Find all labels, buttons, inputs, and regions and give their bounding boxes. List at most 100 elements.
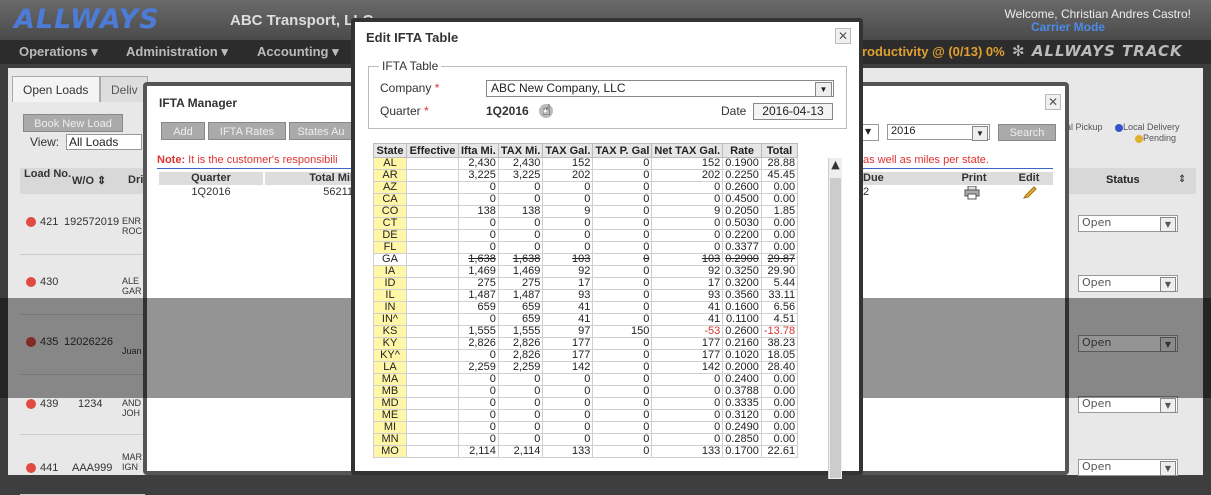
- cell-rate[interactable]: 0.2600: [722, 325, 762, 338]
- cell-total[interactable]: 6.56: [760, 301, 799, 314]
- cell-tax-p[interactable]: 0: [592, 181, 653, 194]
- cell-tax-mi[interactable]: 0: [497, 433, 544, 446]
- col-driver[interactable]: Dri: [128, 174, 143, 186]
- cell-total[interactable]: 0.00: [760, 421, 799, 434]
- cell-total[interactable]: 28.88: [760, 157, 799, 170]
- cell-total[interactable]: 28.40: [760, 361, 799, 374]
- cell-tax-mi[interactable]: 0: [497, 181, 544, 194]
- cell-eff[interactable]: [406, 253, 459, 266]
- cell-tax-p[interactable]: 0: [592, 277, 653, 290]
- cell-tax-p[interactable]: 0: [592, 433, 653, 446]
- allways-logo[interactable]: ALLWAYS: [14, 4, 160, 35]
- col-state[interactable]: State: [373, 143, 407, 158]
- cell-eff[interactable]: [406, 325, 459, 338]
- cell-tax-p[interactable]: 0: [592, 349, 653, 362]
- cell-tax-gal[interactable]: 0: [542, 433, 594, 446]
- cell-eff[interactable]: [406, 181, 459, 194]
- cell-total[interactable]: 0.00: [760, 217, 799, 230]
- table-scrollbar[interactable]: ▲: [828, 158, 842, 479]
- tab-open-loads[interactable]: Open Loads: [12, 76, 100, 102]
- cell-eff[interactable]: [406, 229, 459, 242]
- cell-rate[interactable]: 0.3250: [722, 265, 762, 278]
- col-print[interactable]: Print: [943, 172, 1005, 185]
- cell-tax-p[interactable]: 0: [592, 229, 653, 242]
- cell-tax-mi[interactable]: 2,259: [497, 361, 544, 374]
- cell-rate[interactable]: 0.3200: [722, 277, 762, 290]
- cell-eff[interactable]: [406, 265, 459, 278]
- table-row[interactable]: FL 0 0 0 0 0 0.3377 0.00: [373, 241, 799, 254]
- cell-net[interactable]: 0: [651, 397, 724, 410]
- cell-tax-gal[interactable]: 93: [542, 289, 594, 302]
- status-select[interactable]: Open ▼: [1078, 459, 1178, 476]
- cell-net[interactable]: 41: [651, 301, 724, 314]
- cell-eff[interactable]: [406, 193, 459, 206]
- book-new-load-button[interactable]: Book New Load: [23, 114, 123, 132]
- cell-rate[interactable]: 0.2000: [722, 361, 762, 374]
- cell-tax-gal[interactable]: 152: [542, 157, 594, 170]
- cell-tax-gal[interactable]: 0: [542, 217, 594, 230]
- table-row[interactable]: MA 0 0 0 0 0 0.2400 0.00: [373, 373, 799, 386]
- cell-ifta[interactable]: 0: [458, 385, 499, 398]
- col-tax-gallons[interactable]: TAX Gal.: [542, 143, 594, 158]
- cell-eff[interactable]: [406, 277, 459, 290]
- scroll-thumb[interactable]: [830, 178, 841, 478]
- cell-tax-gal[interactable]: 17: [542, 277, 594, 290]
- cell-eff[interactable]: [406, 433, 459, 446]
- cell-rate[interactable]: 0.2900: [722, 253, 762, 266]
- cell-total[interactable]: 0.00: [760, 181, 799, 194]
- cell-rate[interactable]: 0.2160: [722, 337, 762, 350]
- search-button[interactable]: Search: [998, 124, 1056, 141]
- cell-tax-mi[interactable]: 138: [497, 205, 544, 218]
- cell-rate[interactable]: 0.3788: [722, 385, 762, 398]
- cell-tax-mi[interactable]: 0: [497, 241, 544, 254]
- status-column-header[interactable]: Status ⇕: [1068, 168, 1196, 194]
- cell-ifta[interactable]: 138: [458, 205, 499, 218]
- cell-net[interactable]: 0: [651, 433, 724, 446]
- view-select[interactable]: All Loads: [66, 134, 142, 150]
- cell-tax-gal[interactable]: 92: [542, 265, 594, 278]
- cell-net[interactable]: 177: [651, 349, 724, 362]
- cell-tax-p[interactable]: 0: [592, 241, 653, 254]
- col-ifta-miles[interactable]: Ifta Mi.: [458, 143, 499, 158]
- cell-net[interactable]: 142: [651, 361, 724, 374]
- cell-rate[interactable]: 0.1020: [722, 349, 762, 362]
- table-row[interactable]: MO 2,114 2,114 133 0 133 0.1700 22.61: [373, 445, 799, 458]
- tab-delivered[interactable]: Deliv: [100, 76, 148, 102]
- cell-net[interactable]: 0: [651, 229, 724, 242]
- cell-tax-mi[interactable]: 659: [497, 313, 544, 326]
- table-row[interactable]: LA 2,259 2,259 142 0 142 0.2000 28.40: [373, 361, 799, 374]
- table-row[interactable]: CT 0 0 0 0 0 0.5030 0.00: [373, 217, 799, 230]
- cell-eff[interactable]: [406, 217, 459, 230]
- cell-rate[interactable]: 0.2490: [722, 421, 762, 434]
- cell-net[interactable]: 93: [651, 289, 724, 302]
- cell-rate[interactable]: 0.3560: [722, 289, 762, 302]
- cell-tax-mi[interactable]: 275: [497, 277, 544, 290]
- close-icon[interactable]: ✕: [1045, 94, 1061, 110]
- table-row[interactable]: AL 2,430 2,430 152 0 152 0.1900 28.88: [373, 157, 799, 170]
- cell-rate[interactable]: 0.1900: [722, 157, 762, 170]
- cell-total[interactable]: 18.05: [760, 349, 799, 362]
- cell-ifta[interactable]: 0: [458, 433, 499, 446]
- cell-tax-p[interactable]: 0: [592, 445, 653, 458]
- cell-tax-gal[interactable]: 0: [542, 421, 594, 434]
- cell-tax-p[interactable]: 150: [592, 325, 653, 338]
- cell-rate[interactable]: 0.1600: [722, 301, 762, 314]
- status-select[interactable]: Open ▼: [1078, 275, 1178, 292]
- cell-tax-mi[interactable]: 1,638: [497, 253, 544, 266]
- cell-total[interactable]: 45.45: [760, 169, 799, 182]
- cell-rate[interactable]: 0.1100: [722, 313, 762, 326]
- cell-tax-mi[interactable]: 2,430: [497, 157, 544, 170]
- states-audit-button[interactable]: States Au: [289, 122, 353, 140]
- table-row[interactable]: IN^ 0 659 41 0 41 0.1100 4.51: [373, 313, 799, 326]
- col-quarter[interactable]: Quarter: [159, 172, 263, 185]
- table-row[interactable]: IA 1,469 1,469 92 0 92 0.3250 29.90: [373, 265, 799, 278]
- table-row[interactable]: MI 0 0 0 0 0 0.2490 0.00: [373, 421, 799, 434]
- table-row[interactable]: MD 0 0 0 0 0 0.3335 0.00: [373, 397, 799, 410]
- cell-tax-gal[interactable]: 0: [542, 181, 594, 194]
- cell-eff[interactable]: [406, 397, 459, 410]
- col-tax-paid-gallons[interactable]: TAX P. Gal: [592, 143, 653, 158]
- cell-tax-mi[interactable]: 0: [497, 409, 544, 422]
- cell-tax-gal[interactable]: 97: [542, 325, 594, 338]
- cell-tax-p[interactable]: 0: [592, 361, 653, 374]
- cell-net[interactable]: 0: [651, 409, 724, 422]
